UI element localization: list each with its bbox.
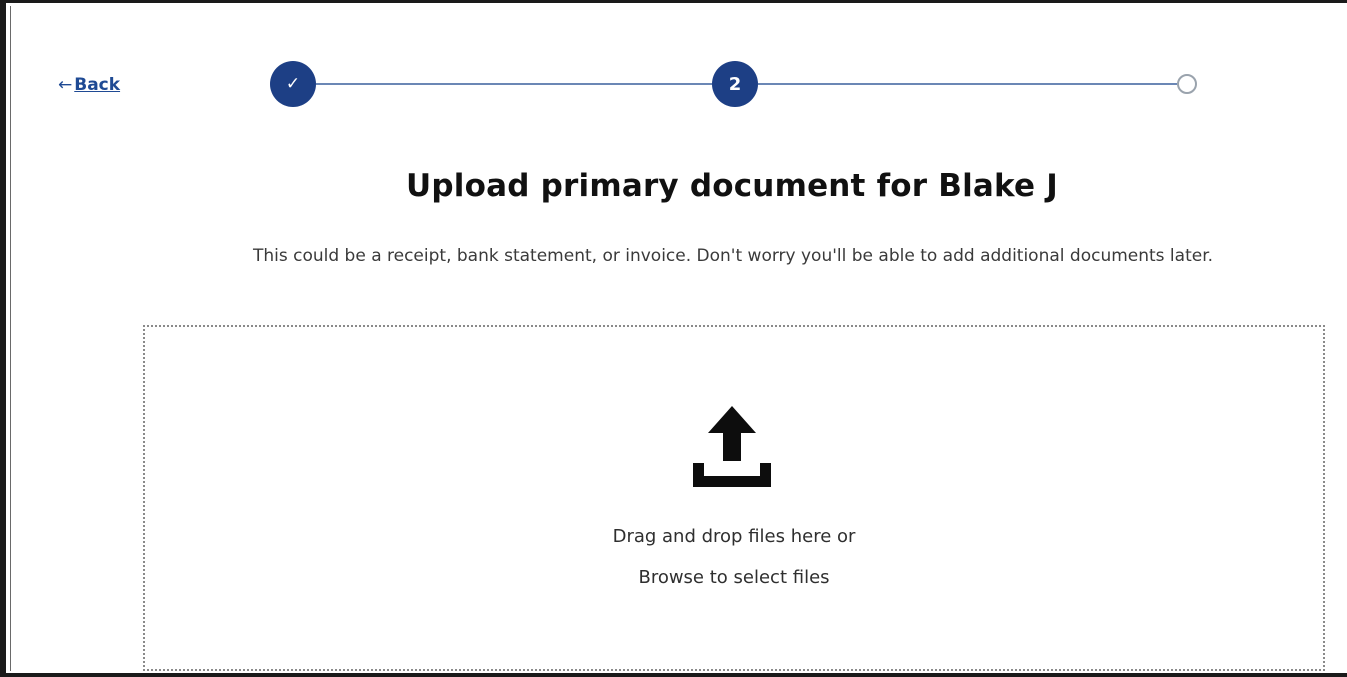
step-1-complete: ✓ [270, 61, 316, 107]
checkmark-icon: ✓ [285, 74, 301, 94]
browse-files-link[interactable]: Browse to select files [434, 567, 1034, 588]
stepper-connector-2 [758, 83, 1177, 85]
step-2-current: 2 [712, 61, 758, 107]
stepper-connector-1 [316, 83, 712, 85]
step-2-number: 2 [728, 73, 742, 95]
upload-icon[interactable] [689, 403, 775, 491]
page-title: Upload primary document for Blake J [406, 168, 1058, 204]
file-dropzone[interactable] [143, 325, 1325, 671]
app-frame: ← Back ✓ 2 Upload primary document for Bl… [0, 0, 1347, 677]
progress-stepper: ✓ 2 [6, 3, 1347, 133]
drag-drop-text: Drag and drop files here or [612, 526, 856, 547]
step-3-upcoming [1177, 74, 1197, 94]
page-description: This could be a receipt, bank statement,… [252, 246, 1214, 266]
